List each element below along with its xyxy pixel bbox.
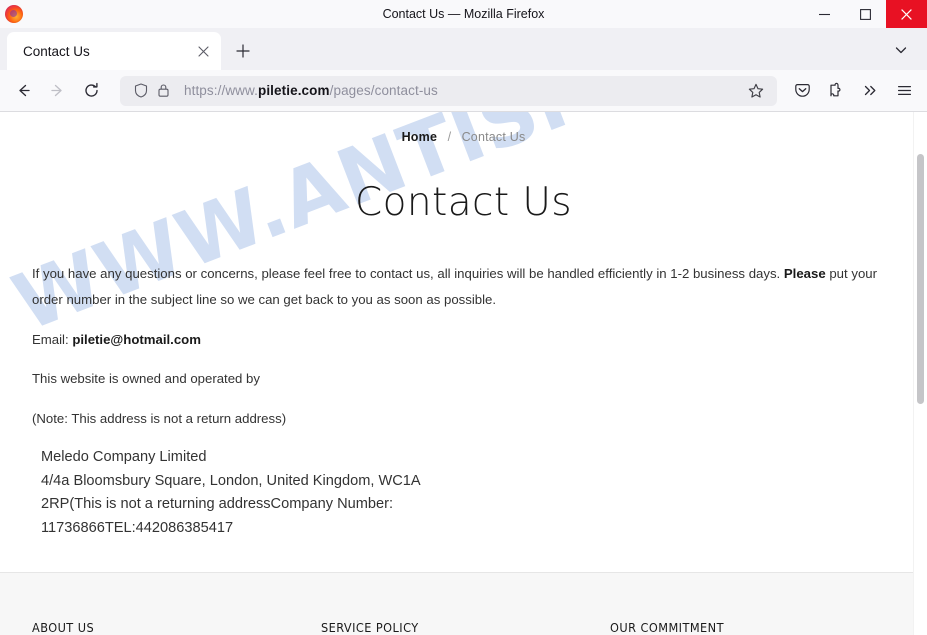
browser-tab-contact-us[interactable]: Contact Us bbox=[7, 32, 221, 70]
email-label: Email: bbox=[32, 331, 73, 347]
reload-button[interactable] bbox=[74, 75, 108, 107]
intro-part-1: If you have any questions or concerns, p… bbox=[32, 266, 784, 281]
footer-heading-about-us: ABOUT US bbox=[32, 620, 95, 635]
return-address-note: (Note: This address is not a return addr… bbox=[32, 410, 287, 426]
window-title: Contact Us — Mozilla Firefox bbox=[382, 7, 545, 21]
footer-heading-service-policy: SERVICE POLICY bbox=[321, 620, 419, 635]
browser-window: Contact Us — Mozilla Firefox Contact Us bbox=[0, 0, 927, 635]
intro-emphasis: Please bbox=[783, 266, 826, 281]
app-menu-button[interactable] bbox=[887, 75, 921, 107]
title-bar: Contact Us — Mozilla Firefox bbox=[0, 0, 927, 28]
bookmark-star-icon[interactable] bbox=[743, 78, 769, 104]
firefox-logo-icon bbox=[5, 5, 23, 23]
forward-button[interactable] bbox=[40, 75, 74, 107]
window-controls bbox=[804, 0, 927, 28]
footer-column-about-us: ABOUT US bbox=[32, 620, 321, 635]
page-viewport: WWW.ANTISPYWARE.COM Home / Contact Us Co… bbox=[0, 112, 927, 635]
page-title: Contact Us bbox=[355, 180, 572, 225]
pocket-button[interactable] bbox=[785, 75, 819, 107]
owned-operated-line: This website is owned and operated by bbox=[32, 371, 260, 387]
url-host: piletie.com bbox=[257, 83, 330, 98]
breadcrumb-home-link[interactable]: Home bbox=[402, 130, 438, 144]
close-window-button[interactable] bbox=[886, 0, 927, 28]
maximize-button[interactable] bbox=[845, 0, 886, 28]
tab-strip: Contact Us bbox=[0, 28, 927, 70]
overflow-chevrons-icon[interactable] bbox=[853, 75, 887, 107]
breadcrumb: Home / Contact Us bbox=[0, 112, 927, 148]
back-button[interactable] bbox=[6, 75, 40, 107]
new-tab-button[interactable] bbox=[227, 35, 259, 67]
company-address-block: Meledo Company Limited 4/4a Bloomsbury S… bbox=[41, 449, 421, 536]
url-text[interactable]: https://www.piletie.com/pages/contact-us bbox=[184, 83, 743, 98]
web-page: WWW.ANTISPYWARE.COM Home / Contact Us Co… bbox=[0, 112, 927, 635]
breadcrumb-current: Contact Us bbox=[461, 130, 526, 144]
page-scrollbar-track[interactable] bbox=[913, 112, 927, 635]
footer-heading-our-commitment: OUR COMMITMENT bbox=[610, 620, 724, 635]
page-scrollbar-thumb[interactable] bbox=[917, 154, 924, 404]
breadcrumb-separator: / bbox=[447, 130, 452, 144]
lock-icon[interactable] bbox=[152, 80, 174, 102]
footer-column-service-policy: SERVICE POLICY bbox=[321, 620, 610, 635]
url-path: /pages/contact-us bbox=[329, 83, 438, 98]
minimize-button[interactable] bbox=[804, 0, 845, 28]
email-address[interactable]: piletie@hotmail.com bbox=[72, 332, 201, 347]
url-scheme: https://www. bbox=[184, 83, 258, 98]
site-footer: ABOUT US SERVICE POLICY OUR COMMITMENT bbox=[0, 572, 927, 635]
email-line: Email: piletie@hotmail.com bbox=[32, 327, 892, 353]
tab-title: Contact Us bbox=[23, 43, 90, 59]
list-all-tabs-icon[interactable] bbox=[885, 34, 917, 66]
page-content: Home / Contact Us Contact Us If you have… bbox=[0, 112, 927, 541]
shield-icon[interactable] bbox=[130, 80, 152, 102]
address-bar[interactable]: https://www.piletie.com/pages/contact-us bbox=[120, 75, 777, 106]
footer-column-our-commitment: OUR COMMITMENT bbox=[610, 620, 899, 635]
extensions-button[interactable] bbox=[819, 75, 853, 107]
contact-body: If you have any questions or concerns, p… bbox=[0, 261, 927, 541]
close-tab-icon[interactable] bbox=[193, 41, 213, 61]
footer-columns: ABOUT US SERVICE POLICY OUR COMMITMENT bbox=[0, 620, 927, 635]
navigation-toolbar: https://www.piletie.com/pages/contact-us bbox=[0, 70, 927, 112]
intro-paragraph: If you have any questions or concerns, p… bbox=[32, 261, 892, 314]
